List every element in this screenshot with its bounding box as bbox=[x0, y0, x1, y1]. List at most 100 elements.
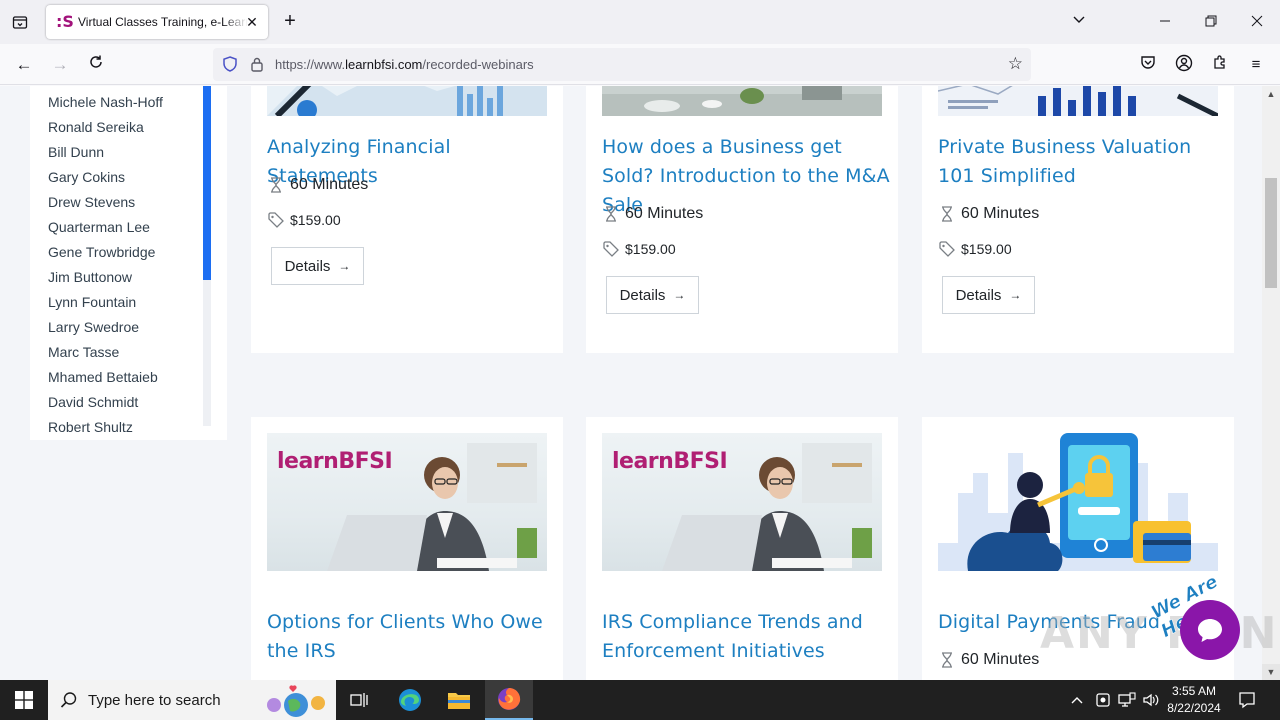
clock-time: 3:55 AM bbox=[1171, 684, 1217, 698]
speaker-link[interactable]: Bill Dunn bbox=[48, 140, 208, 165]
price-row: $159.00 bbox=[267, 211, 341, 229]
lock-icon[interactable] bbox=[249, 56, 265, 72]
details-button[interactable]: Details → bbox=[606, 276, 699, 314]
price-tag-icon bbox=[603, 241, 619, 257]
url-prefix: https://www. bbox=[275, 57, 346, 72]
page-viewport: Michele Nash-Hoff Ronald Sereika Bill Dunn… bbox=[0, 86, 1262, 680]
menu-hamburger-icon[interactable]: ≡ bbox=[1245, 54, 1267, 76]
tab-list-icon[interactable] bbox=[8, 10, 32, 34]
speaker-link[interactable]: Mhamed Bettaieb bbox=[48, 365, 208, 390]
speaker-link[interactable]: David Schmidt bbox=[48, 390, 208, 415]
hourglass-icon bbox=[942, 206, 952, 222]
close-window-icon[interactable] bbox=[1247, 10, 1267, 32]
url-bar[interactable]: https://www.learnbfsi.com/recorded-webin… bbox=[213, 48, 1031, 81]
price-text: $159.00 bbox=[625, 241, 676, 257]
course-card: How does a Business get Sold? Introducti… bbox=[586, 86, 898, 353]
speaker-link[interactable]: Michele Nash-Hoff bbox=[48, 90, 208, 115]
back-arrow-icon[interactable]: ← bbox=[13, 54, 35, 76]
speaker-link[interactable]: Drew Stevens bbox=[48, 190, 208, 215]
arrow-right-icon: → bbox=[673, 288, 686, 302]
price-tag-icon bbox=[268, 212, 284, 228]
taskbar-clock[interactable]: 3:55 AM 8/22/2024 bbox=[1160, 683, 1228, 717]
close-tab-icon[interactable]: ✕ bbox=[244, 14, 260, 30]
windows-taskbar: Type here to search 3:55 AM 8/22/2024 bbox=[0, 680, 1280, 720]
edge-browser-icon[interactable] bbox=[386, 680, 434, 720]
course-image: learnBFSI bbox=[602, 433, 882, 571]
reload-icon[interactable] bbox=[85, 54, 107, 76]
speaker-link[interactable]: Ronald Sereika bbox=[48, 115, 208, 140]
chat-widget-button[interactable] bbox=[1180, 600, 1240, 660]
forward-arrow-icon[interactable]: → bbox=[49, 54, 71, 76]
chat-icon bbox=[1198, 619, 1222, 642]
arrow-right-icon: → bbox=[338, 259, 351, 273]
duration-text: 60 Minutes bbox=[290, 176, 369, 193]
url-domain: learnbfsi.com bbox=[345, 57, 423, 72]
scroll-thumb[interactable] bbox=[1265, 178, 1277, 288]
duration-text: 60 Minutes bbox=[625, 205, 704, 222]
taskbar-search-box[interactable]: Type here to search bbox=[48, 680, 336, 720]
course-card: learnBFSI IRS Compliance Trends and Enfo… bbox=[586, 417, 898, 680]
duration-row: 60 Minutes bbox=[602, 205, 703, 223]
bookmark-star-icon[interactable]: ☆ bbox=[1008, 54, 1023, 74]
url-text[interactable]: https://www.learnbfsi.com/recorded-webin… bbox=[275, 57, 534, 72]
course-image bbox=[938, 433, 1218, 571]
minimize-icon[interactable] bbox=[1155, 10, 1175, 32]
details-button[interactable]: Details → bbox=[271, 247, 364, 285]
duration-row: 60 Minutes bbox=[938, 651, 1039, 669]
duration-text: 60 Minutes bbox=[961, 205, 1040, 222]
course-image bbox=[938, 86, 1218, 116]
course-card: Analyzing Financial Statements 60 Minute… bbox=[251, 86, 563, 353]
restore-icon[interactable] bbox=[1201, 10, 1221, 32]
course-title[interactable]: IRS Compliance Trends and Enforcement In… bbox=[602, 608, 892, 666]
scroll-down-arrow-icon[interactable]: ▼ bbox=[1262, 664, 1280, 680]
course-title[interactable]: Private Business Valuation 101 Simplifie… bbox=[938, 133, 1228, 191]
file-explorer-icon[interactable] bbox=[435, 680, 483, 720]
speaker-link[interactable]: Robert Shultz bbox=[48, 415, 208, 440]
scroll-up-arrow-icon[interactable]: ▲ bbox=[1262, 86, 1280, 102]
windows-start-icon[interactable] bbox=[0, 680, 48, 720]
course-image: learnBFSI bbox=[267, 433, 547, 571]
browser-nav-bar: ← → https://www.learnbfsi.com/recorded-w… bbox=[0, 44, 1280, 85]
speaker-link[interactable]: Lynn Fountain bbox=[48, 290, 208, 315]
new-tab-icon[interactable]: + bbox=[280, 11, 300, 31]
page-scrollbar[interactable]: ▲ ▼ bbox=[1262, 86, 1280, 680]
speaker-link[interactable]: Quarterman Lee bbox=[48, 215, 208, 240]
browser-tab-bar: :S Virtual Classes Training, e-Learning … bbox=[0, 0, 1280, 44]
price-text: $159.00 bbox=[961, 241, 1012, 257]
speaker-link[interactable]: Gene Trowbridge bbox=[48, 240, 208, 265]
pocket-icon[interactable] bbox=[1137, 54, 1159, 76]
tab-title: Virtual Classes Training, e-Learning bbox=[78, 15, 248, 29]
active-tab[interactable]: :S Virtual Classes Training, e-Learning … bbox=[46, 5, 268, 39]
extensions-icon[interactable] bbox=[1209, 54, 1231, 76]
security-shield-icon[interactable] bbox=[1095, 680, 1111, 720]
speakers-sidebar: Michele Nash-Hoff Ronald Sereika Bill Dunn… bbox=[30, 86, 227, 440]
volume-icon[interactable] bbox=[1142, 680, 1160, 720]
details-button-label: Details bbox=[955, 286, 1002, 304]
learnbfsi-favicon-icon: :S bbox=[56, 12, 74, 31]
details-button[interactable]: Details → bbox=[942, 276, 1035, 314]
chevron-down-icon[interactable] bbox=[1072, 12, 1086, 29]
course-card: learnBFSI Options for Clients Who Owe th… bbox=[251, 417, 563, 680]
price-row: $159.00 bbox=[938, 240, 1012, 258]
firefox-icon[interactable] bbox=[485, 680, 533, 720]
woman-at-laptop-illustration bbox=[327, 443, 537, 571]
search-icon bbox=[60, 692, 77, 708]
speaker-link[interactable]: Jim Buttonow bbox=[48, 265, 208, 290]
speaker-link[interactable]: Marc Tasse bbox=[48, 340, 208, 365]
speaker-list: Michele Nash-Hoff Ronald Sereika Bill Dunn… bbox=[48, 90, 208, 440]
search-placeholder: Type here to search bbox=[88, 691, 221, 709]
notifications-icon[interactable] bbox=[1238, 680, 1256, 720]
sidebar-scroll-thumb[interactable] bbox=[203, 86, 211, 280]
account-icon[interactable] bbox=[1173, 54, 1195, 76]
show-hidden-icons-chevron-icon[interactable] bbox=[1070, 680, 1084, 720]
speaker-link[interactable]: Gary Cokins bbox=[48, 165, 208, 190]
course-title[interactable]: Options for Clients Who Owe the IRS bbox=[267, 608, 557, 666]
url-path: /recorded-webinars bbox=[422, 57, 534, 72]
search-highlight-icon bbox=[267, 685, 325, 717]
price-text: $159.00 bbox=[290, 212, 341, 228]
task-view-icon[interactable] bbox=[336, 680, 384, 720]
details-button-label: Details bbox=[619, 286, 666, 304]
network-icon[interactable] bbox=[1118, 680, 1136, 720]
speaker-link[interactable]: Larry Swedroe bbox=[48, 315, 208, 340]
tracking-protection-shield-icon[interactable] bbox=[221, 55, 239, 73]
